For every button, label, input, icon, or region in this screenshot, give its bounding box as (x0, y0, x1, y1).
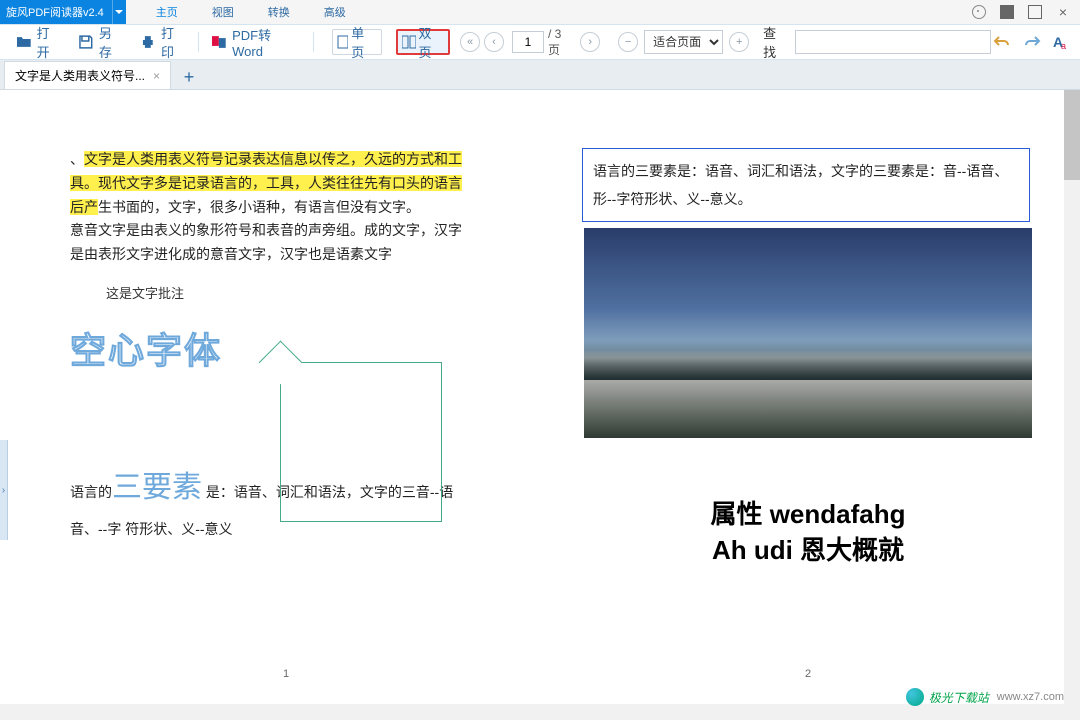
document-tab[interactable]: 文字是人类用表义符号... × (4, 61, 171, 89)
svg-text:a: a (1061, 41, 1066, 51)
horizontal-scrollbar[interactable] (0, 704, 1064, 720)
watermark-icon (906, 688, 924, 706)
undo-icon (993, 34, 1011, 50)
vertical-scrollbar[interactable] (1064, 90, 1080, 720)
page-1-number: 1 (283, 668, 289, 680)
scrollbar-thumb[interactable] (1064, 90, 1080, 180)
p2-heading: 属性 wendafahg Ah udi 恩大概就 (572, 496, 1044, 569)
redo-button[interactable] (1021, 31, 1043, 53)
minimize-icon[interactable] (1000, 5, 1014, 19)
document-view: › 、文字是人类用表义符号记录表达信息以传之，久远的方式和工具。现代文字多是记录… (0, 90, 1064, 720)
page-total-label: / 3 页 (548, 27, 576, 58)
prev-page-button[interactable]: ‹ (484, 32, 504, 52)
first-page-button[interactable]: « (460, 32, 480, 52)
document-tab-label: 文字是人类用表义符号... (15, 67, 145, 84)
pdf2word-button[interactable]: PDF转Word (203, 21, 308, 63)
page-2-number: 2 (805, 668, 811, 680)
double-page-icon (402, 35, 416, 49)
main-toolbar: 打开 另存 打印 PDF转Word 单页 双页 « ‹ / 3 页 › − 适合… (0, 24, 1080, 60)
menu-convert[interactable]: 转换 (268, 4, 290, 20)
tab-close-icon[interactable]: × (153, 69, 160, 83)
menu-view[interactable]: 视图 (212, 4, 234, 20)
p1-paragraph-1: 、文字是人类用表义符号记录表达信息以传之，久远的方式和工具。现代文字多是记录语言… (70, 148, 470, 219)
page-1: 、文字是人类用表义符号记录表达信息以传之，久远的方式和工具。现代文字多是记录语言… (50, 120, 522, 692)
zoom-out-button[interactable]: − (618, 32, 638, 52)
p1-annotation: 这是文字批注 (106, 283, 522, 302)
print-icon (140, 34, 156, 50)
watermark: 极光下载站 www.xz7.com (906, 688, 1064, 706)
zoom-select[interactable]: 适合页面 (644, 30, 723, 54)
text-tool-icon: Aa (1052, 33, 1070, 51)
single-page-button[interactable]: 单页 (332, 29, 382, 55)
print-button[interactable]: 打印 (132, 19, 194, 65)
zoom-in-button[interactable]: + (729, 32, 749, 52)
add-tab-button[interactable]: + (177, 65, 201, 89)
single-page-icon (337, 35, 349, 49)
page-2: 语言的三要素是：语音、词汇和语法，文字的三要素是：音--语音、形--字符形状、义… (572, 120, 1044, 692)
open-button[interactable]: 打开 (8, 19, 70, 65)
side-panel-handle[interactable]: › (0, 440, 8, 540)
redo-icon (1023, 34, 1041, 50)
undo-button[interactable] (991, 31, 1013, 53)
page-number-input[interactable] (512, 31, 544, 53)
next-page-button[interactable]: › (580, 32, 600, 52)
p2-box-text: 语言的三要素是：语音、词汇和语法，文字的三要素是：音--语音、形--字符形状、义… (582, 148, 1030, 222)
settings-icon[interactable] (972, 5, 986, 19)
pdf2word-icon (211, 34, 227, 50)
document-tab-strip: 文字是人类用表义符号... × + (0, 60, 1080, 90)
text-tool-button[interactable]: Aa (1050, 31, 1072, 53)
p2-photo (584, 228, 1032, 438)
menu-home[interactable]: 主页 (156, 4, 178, 20)
p1-hexagon-shape (280, 362, 442, 522)
maximize-icon[interactable] (1028, 5, 1042, 19)
search-label: 查找 (763, 23, 789, 61)
menu-advanced[interactable]: 高级 (324, 4, 346, 20)
close-icon[interactable]: × (1056, 5, 1070, 19)
saveas-icon (78, 34, 94, 50)
p1-paragraph-2: 意音文字是由表义的象形符号和表音的声旁组。成的文字，汉字是由表形文字进化成的意音… (70, 219, 470, 267)
open-icon (16, 34, 32, 50)
saveas-button[interactable]: 另存 (70, 19, 132, 65)
search-input[interactable] (795, 30, 992, 54)
double-page-button[interactable]: 双页 (396, 29, 450, 55)
